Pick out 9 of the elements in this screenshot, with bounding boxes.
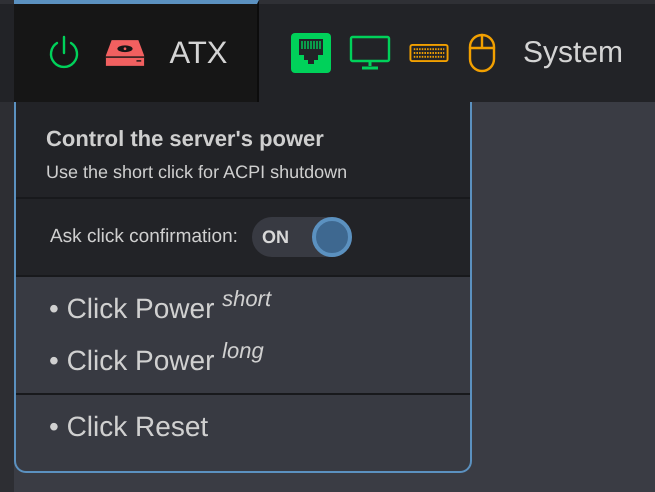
menu-item[interactable]: • Click Power $^{short}$ bbox=[16, 283, 304, 335]
confirmation-label: Ask click confirmation: bbox=[50, 226, 238, 248]
menu-item[interactable]: • Click Reset bbox=[16, 401, 242, 453]
menu-item[interactable]: • Click Power $^{long}$ bbox=[16, 335, 297, 387]
atx-tab[interactable]: ATX bbox=[14, 0, 259, 102]
menu-title: Control the server's power bbox=[46, 126, 325, 152]
menu-subtitle: Use the short click for ACPI shutdown bbox=[46, 162, 348, 183]
system-tab[interactable]: System bbox=[523, 4, 624, 102]
confirmation-toggle[interactable]: ON bbox=[252, 217, 352, 257]
